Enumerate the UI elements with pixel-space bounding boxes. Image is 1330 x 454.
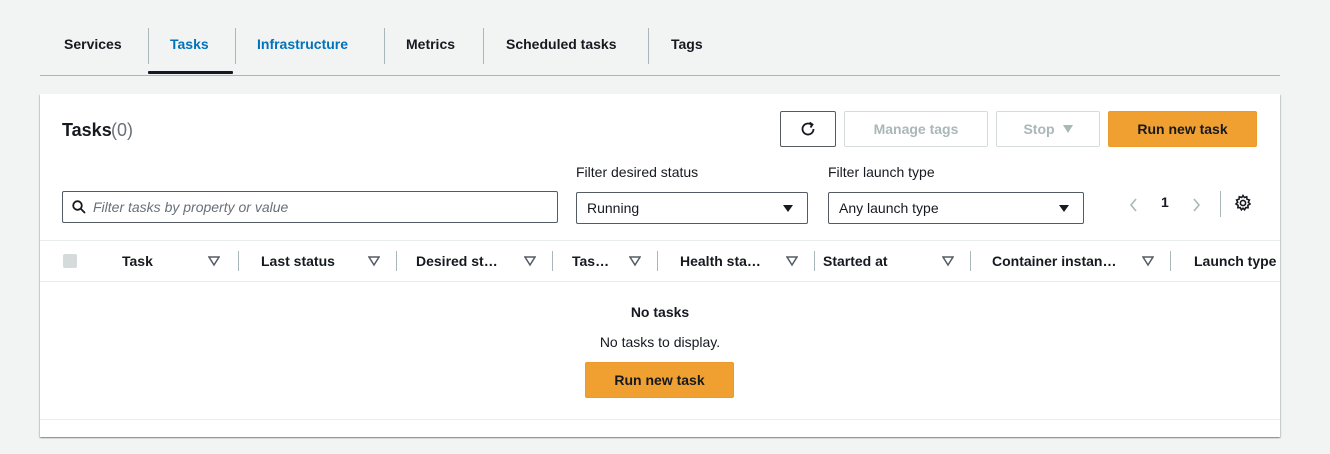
refresh-icon	[801, 121, 815, 136]
sort-icon[interactable]	[524, 255, 536, 267]
column-started-at[interactable]: Started at	[823, 241, 888, 281]
caret-down-icon	[1059, 205, 1069, 212]
column-task[interactable]: Task	[122, 241, 153, 281]
column-container-instance[interactable]: Container instan…	[992, 241, 1116, 281]
refresh-button[interactable]	[780, 111, 836, 147]
desired-status-label: Filter desired status	[576, 164, 699, 180]
column-divider[interactable]	[970, 251, 971, 271]
chevron-right-icon[interactable]	[1192, 198, 1201, 212]
column-task-definition[interactable]: Tas…	[572, 241, 609, 281]
launch-type-select[interactable]: Any launch type	[828, 192, 1084, 224]
sort-icon[interactable]	[208, 255, 220, 267]
column-divider[interactable]	[396, 251, 397, 271]
tab-metrics[interactable]: Metrics	[406, 20, 455, 72]
empty-state-title: No tasks	[630, 304, 690, 320]
search-input[interactable]	[93, 199, 543, 215]
desired-status-value: Running	[587, 200, 640, 216]
column-divider[interactable]	[657, 251, 658, 271]
tabs-bar: Services Tasks Infrastructure Metrics Sc…	[40, 0, 1280, 76]
run-new-task-button[interactable]: Run new task	[1108, 111, 1257, 147]
stop-button[interactable]: Stop	[996, 111, 1100, 147]
tab-tags[interactable]: Tags	[671, 20, 703, 72]
tab-divider	[483, 28, 484, 64]
panel-title: Tasks	[62, 120, 112, 140]
desired-status-select[interactable]: Running	[576, 192, 808, 224]
tab-infrastructure[interactable]: Infrastructure	[257, 20, 348, 72]
empty-state-run-new-task-button[interactable]: Run new task	[585, 362, 734, 398]
sort-icon[interactable]	[942, 255, 954, 267]
table-bottom-divider	[40, 419, 1280, 420]
task-count: (0)	[111, 120, 133, 140]
column-divider[interactable]	[814, 251, 815, 271]
column-health-status[interactable]: Health sta…	[680, 241, 761, 281]
column-divider[interactable]	[238, 251, 239, 271]
tab-divider	[648, 28, 649, 64]
launch-type-value: Any launch type	[839, 200, 939, 216]
column-desired-status[interactable]: Desired st…	[416, 241, 498, 281]
pager-divider	[1220, 191, 1221, 217]
sort-icon[interactable]	[1142, 255, 1154, 267]
caret-down-icon	[1062, 125, 1073, 133]
tab-services[interactable]: Services	[64, 20, 122, 72]
sort-icon[interactable]	[629, 255, 641, 267]
manage-tags-button[interactable]: Manage tags	[844, 111, 988, 147]
sort-icon[interactable]	[368, 255, 380, 267]
column-divider[interactable]	[1170, 251, 1171, 271]
stop-button-label: Stop	[1023, 121, 1055, 137]
current-page[interactable]: 1	[1161, 194, 1169, 210]
empty-state-message: No tasks to display.	[599, 334, 721, 350]
active-tab-indicator	[148, 71, 233, 74]
tab-scheduled-tasks[interactable]: Scheduled tasks	[506, 20, 617, 72]
caret-down-icon	[783, 205, 793, 212]
search-icon	[72, 200, 86, 214]
gear-icon[interactable]	[1234, 194, 1252, 212]
tab-divider	[148, 28, 149, 64]
column-last-status[interactable]: Last status	[261, 241, 335, 281]
tab-divider	[235, 28, 236, 64]
table-header: Task Last status Desired st… Tas… Health…	[40, 240, 1280, 282]
tab-tasks[interactable]: Tasks	[170, 20, 209, 72]
column-divider[interactable]	[552, 251, 553, 271]
sort-icon[interactable]	[786, 255, 798, 267]
tasks-panel: Tasks (0) Manage tags Stop Run new task …	[40, 94, 1280, 437]
tab-divider	[384, 28, 385, 64]
select-all-checkbox[interactable]	[63, 254, 77, 268]
launch-type-label: Filter launch type	[828, 164, 935, 180]
chevron-left-icon[interactable]	[1129, 198, 1138, 212]
search-field[interactable]	[62, 191, 558, 223]
column-launch-type[interactable]: Launch type	[1194, 241, 1276, 281]
